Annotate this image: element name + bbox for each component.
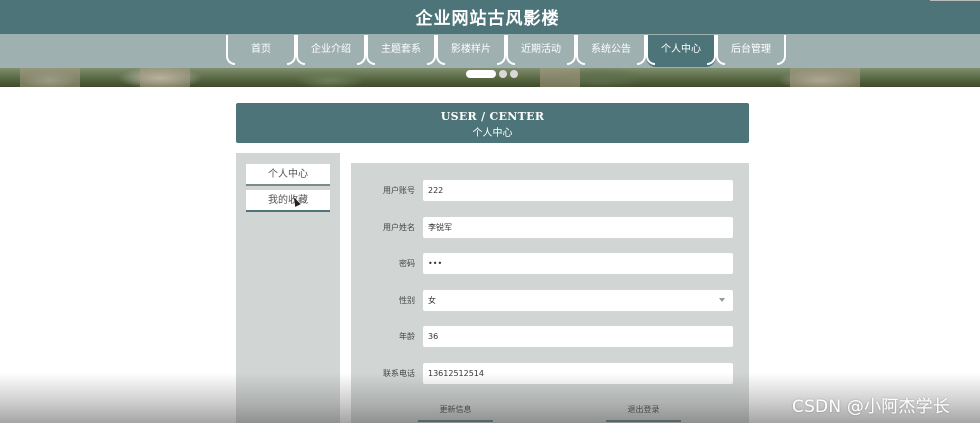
form-row-phone: 联系电话 13612512514 <box>351 363 749 385</box>
corner-divider <box>930 0 980 1</box>
phone-label: 联系电话 <box>383 369 415 378</box>
name-input[interactable]: 李锐军 <box>423 217 733 238</box>
logout-button[interactable]: 退出登录 <box>606 400 681 422</box>
age-label: 年龄 <box>399 332 415 341</box>
sidebar: 个人中心 我的收藏 <box>236 153 340 423</box>
nav-item-samples[interactable]: 影楼样片 <box>436 35 506 67</box>
form-row-password: 密码 ••• <box>351 253 749 275</box>
form-row-account: 用户账号 222 <box>351 180 749 202</box>
banner-rock <box>790 68 860 87</box>
site-title: 企业网站古风影楼 <box>415 9 560 29</box>
name-label: 用户姓名 <box>383 223 415 232</box>
nav-bar: 首页 企业介绍 主题套系 影楼样片 近期活动 系统公告 个人中心 后台管理 <box>0 34 980 68</box>
password-input[interactable]: ••• <box>423 253 733 274</box>
chevron-down-icon <box>719 298 725 302</box>
nav-item-events[interactable]: 近期活动 <box>506 35 576 67</box>
section-header: USER / CENTER 个人中心 <box>236 103 749 143</box>
nav-item-company[interactable]: 企业介绍 <box>296 35 366 67</box>
banner-image <box>0 68 980 87</box>
section-title-en: USER / CENTER <box>440 110 545 123</box>
gender-label: 性别 <box>399 296 415 305</box>
nav-item-packages[interactable]: 主题套系 <box>366 35 436 67</box>
password-label: 密码 <box>399 259 415 268</box>
account-label: 用户账号 <box>383 186 415 195</box>
update-info-button[interactable]: 更新信息 <box>418 400 493 422</box>
phone-input[interactable]: 13612512514 <box>423 363 733 384</box>
gender-select[interactable]: 女 <box>423 290 733 311</box>
carousel-dots <box>466 70 518 78</box>
page: 企业网站古风影楼 首页 企业介绍 主题套系 影楼样片 近期活动 系统公告 个人中… <box>0 0 980 423</box>
form-row-name: 用户姓名 李锐军 <box>351 217 749 239</box>
banner-rock <box>140 68 190 87</box>
profile-form: 用户账号 222 用户姓名 李锐军 密码 ••• 性别 女 年龄 36 联系电话… <box>351 163 749 423</box>
carousel-dot[interactable] <box>510 70 518 78</box>
nav-item-user-center[interactable]: 个人中心 <box>646 35 716 67</box>
form-row-gender: 性别 女 <box>351 290 749 312</box>
account-input[interactable]: 222 <box>423 180 733 201</box>
main-nav: 首页 企业介绍 主题套系 影楼样片 近期活动 系统公告 个人中心 后台管理 <box>226 35 786 67</box>
carousel-dot[interactable] <box>466 70 496 78</box>
sidebar-item-favorites[interactable]: 我的收藏 <box>246 190 330 212</box>
age-input[interactable]: 36 <box>423 326 733 347</box>
nav-item-notices[interactable]: 系统公告 <box>576 35 646 67</box>
watermark: CSDN @小阿杰学长 <box>792 397 951 417</box>
sidebar-item-user-center[interactable]: 个人中心 <box>246 164 330 186</box>
header-bar: 企业网站古风影楼 <box>0 0 980 34</box>
section-title-zh: 个人中心 <box>472 128 513 139</box>
gender-value: 女 <box>428 296 436 305</box>
banner-rock <box>20 68 80 87</box>
carousel-dot[interactable] <box>499 70 507 78</box>
nav-item-admin[interactable]: 后台管理 <box>716 35 786 67</box>
form-row-age: 年龄 36 <box>351 326 749 348</box>
banner-rock <box>540 68 580 87</box>
nav-item-home[interactable]: 首页 <box>226 35 296 67</box>
